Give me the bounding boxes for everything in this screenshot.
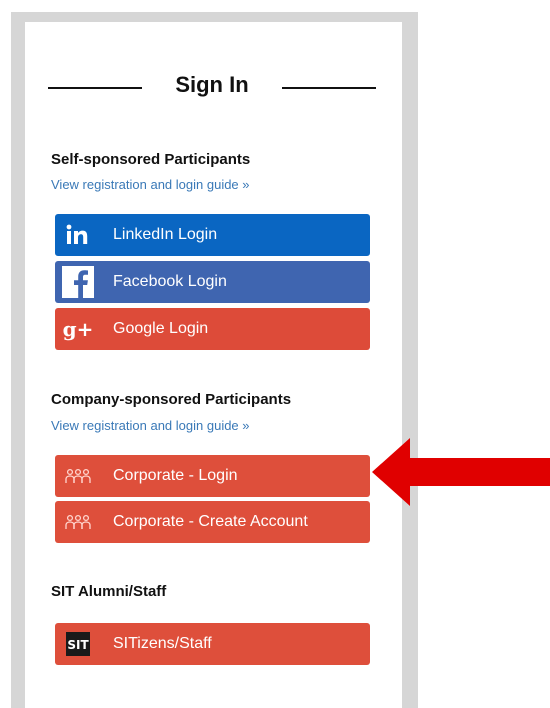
sitizens-staff-label: SITizens/Staff — [113, 635, 212, 652]
linkedin-login-button[interactable]: LinkedIn Login — [55, 214, 370, 256]
linkedin-login-label: LinkedIn Login — [113, 226, 218, 243]
page-title: Sign In — [175, 72, 249, 97]
corporate-login-button[interactable]: Corporate - Login — [55, 455, 370, 497]
corporate-create-account-button[interactable]: Corporate - Create Account — [55, 501, 370, 543]
sitizens-staff-button[interactable]: SIT SITizens/Staff — [55, 623, 370, 665]
red-arrow-annotation — [372, 438, 550, 506]
group-icon — [55, 455, 101, 497]
company-guide-link[interactable]: View registration and login guide » — [51, 418, 250, 433]
self-guide-link[interactable]: View registration and login guide » — [51, 177, 250, 192]
corporate-create-account-label: Corporate - Create Account — [113, 513, 308, 530]
sit-alumni-heading: SIT Alumni/Staff — [51, 583, 167, 600]
google-login-button[interactable]: g+ Google Login — [55, 308, 370, 350]
group-icon — [55, 501, 101, 543]
self-sponsored-heading: Self-sponsored Participants — [51, 151, 251, 168]
facebook-login-label: Facebook Login — [113, 273, 227, 290]
google-login-label: Google Login — [113, 320, 209, 337]
sign-in-header: Sign In — [48, 66, 376, 106]
google-plus-icon: g+ — [62, 317, 94, 341]
company-sponsored-heading: Company-sponsored Participants — [51, 391, 292, 408]
svg-text:SIT: SIT — [67, 638, 89, 652]
facebook-login-button[interactable]: Facebook Login — [55, 261, 370, 303]
corporate-login-label: Corporate - Login — [113, 467, 238, 484]
sit-logo-icon: SIT — [55, 623, 101, 665]
sign-in-card — [25, 22, 402, 708]
title-divider-right — [282, 87, 376, 89]
linkedin-icon — [55, 214, 101, 256]
facebook-icon — [55, 261, 101, 303]
